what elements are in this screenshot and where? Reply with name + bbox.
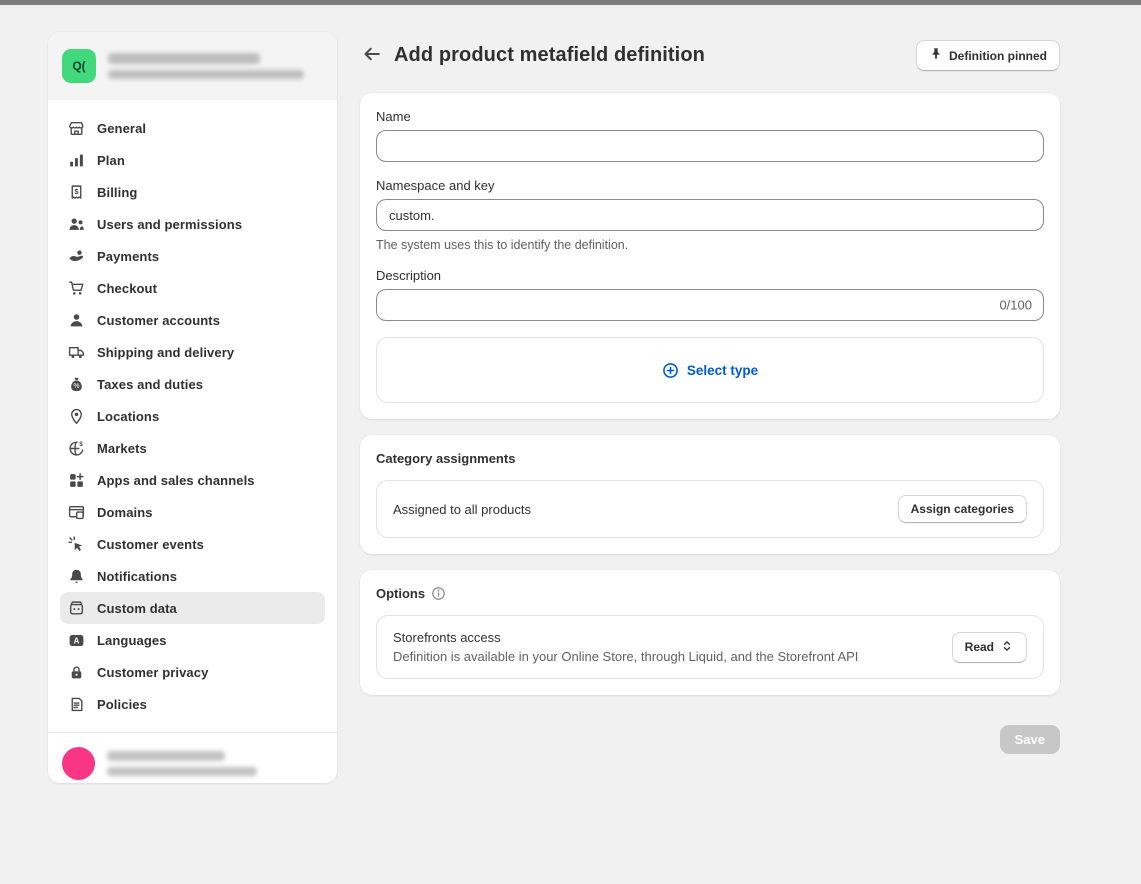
sidebar-item-markets[interactable]: $ Markets	[60, 432, 325, 464]
sidebar-item-billing[interactable]: $ Billing	[60, 176, 325, 208]
store-name-blur	[108, 53, 260, 64]
page-title: Add product metafield definition	[394, 44, 705, 67]
category-assignments-card: Category assignments Assigned to all pro…	[360, 435, 1060, 554]
sidebar-item-customer-events[interactable]: Customer events	[60, 528, 325, 560]
storefronts-access-row: Storefronts access Definition is availab…	[376, 615, 1044, 679]
arrow-left-icon	[362, 44, 382, 67]
main-content: Add product metafield definition Definit…	[360, 40, 1060, 754]
user-name-redacted	[107, 751, 257, 776]
back-button[interactable]	[360, 44, 384, 68]
user-footer[interactable]	[48, 732, 337, 783]
sidebar-item-customer-accounts[interactable]: Customer accounts	[60, 304, 325, 336]
sidebar-item-general[interactable]: General	[60, 112, 325, 144]
sidebar-item-taxes-and-duties[interactable]: % Taxes and duties	[60, 368, 325, 400]
save-row: Save	[360, 725, 1060, 754]
assign-categories-label: Assign categories	[911, 502, 1014, 516]
svg-text:A: A	[74, 636, 80, 645]
definition-pinned-button[interactable]: Definition pinned	[916, 40, 1060, 71]
svg-text:$: $	[74, 186, 79, 195]
plus-circle-icon	[662, 362, 679, 379]
sidebar-item-domains[interactable]: Domains	[60, 496, 325, 528]
store-icon	[68, 120, 85, 137]
domains-icon	[68, 504, 85, 521]
sidebar-item-languages[interactable]: A Languages	[60, 624, 325, 656]
namespace-field-group: Namespace and key The system uses this t…	[376, 178, 1044, 252]
assigned-products-text: Assigned to all products	[393, 502, 886, 517]
apps-icon	[68, 472, 85, 489]
sidebar-item-shipping-and-delivery[interactable]: Shipping and delivery	[60, 336, 325, 368]
sidebar-item-users-and-permissions[interactable]: Users and permissions	[60, 208, 325, 240]
settings-sidebar: Q( General Plan $ Billing Users and perm…	[48, 32, 337, 783]
options-card: Options Storefronts access Definition is…	[360, 570, 1060, 695]
definition-form-card: Name Namespace and key The system uses t…	[360, 93, 1060, 419]
definition-pinned-label: Definition pinned	[949, 49, 1047, 63]
languages-icon: A	[68, 632, 85, 649]
svg-text:$: $	[79, 440, 83, 447]
pin-icon	[929, 47, 943, 64]
select-type-label: Select type	[687, 363, 758, 378]
namespace-label: Namespace and key	[376, 178, 1044, 193]
storefronts-access-title: Storefronts access	[393, 630, 940, 645]
storefronts-access-description: Definition is available in your Online S…	[393, 649, 940, 664]
tax-icon: %	[68, 376, 85, 393]
cart-icon	[68, 280, 85, 297]
globe-icon: $	[68, 440, 85, 457]
store-url-blur	[108, 70, 304, 79]
description-field-group: Description 0/100	[376, 268, 1044, 321]
user-avatar	[62, 747, 95, 780]
svg-text:%: %	[73, 382, 79, 389]
storefront-access-select[interactable]: Read	[952, 632, 1027, 663]
sidebar-item-checkout[interactable]: Checkout	[60, 272, 325, 304]
custom-data-icon	[68, 600, 85, 617]
store-name-redacted	[108, 53, 304, 79]
store-avatar: Q(	[62, 49, 96, 83]
truck-icon	[68, 344, 85, 361]
window-top-bar	[0, 0, 1141, 5]
payments-icon	[68, 248, 85, 265]
billing-icon: $	[68, 184, 85, 201]
category-assignments-heading: Category assignments	[376, 451, 515, 466]
user-email-blur	[107, 767, 257, 776]
user-name-blur	[107, 751, 225, 761]
sidebar-item-policies[interactable]: Policies	[60, 688, 325, 720]
chevron-updown-icon	[1000, 639, 1014, 656]
person-icon	[68, 312, 85, 329]
sidebar-item-custom-data[interactable]: Custom data	[60, 592, 325, 624]
sidebar-item-locations[interactable]: Locations	[60, 400, 325, 432]
save-button[interactable]: Save	[1000, 725, 1060, 754]
page-header: Add product metafield definition Definit…	[360, 40, 1060, 71]
options-heading: Options	[376, 586, 425, 601]
name-label: Name	[376, 109, 1044, 124]
info-icon[interactable]	[431, 586, 446, 601]
sidebar-item-apps-and-sales-channels[interactable]: Apps and sales channels	[60, 464, 325, 496]
location-pin-icon	[68, 408, 85, 425]
sidebar-item-notifications[interactable]: Notifications	[60, 560, 325, 592]
plan-icon	[68, 152, 85, 169]
assign-categories-button[interactable]: Assign categories	[898, 495, 1027, 523]
select-type-button[interactable]: Select type	[376, 337, 1044, 403]
description-label: Description	[376, 268, 1044, 283]
description-input[interactable]	[376, 289, 1044, 321]
policies-icon	[68, 696, 85, 713]
name-input[interactable]	[376, 130, 1044, 162]
lock-icon	[68, 664, 85, 681]
sidebar-nav: General Plan $ Billing Users and permiss…	[48, 100, 337, 732]
name-field-group: Name	[376, 109, 1044, 162]
storefront-access-value: Read	[965, 640, 994, 654]
users-icon	[68, 216, 85, 233]
store-header[interactable]: Q(	[48, 32, 337, 100]
sidebar-item-customer-privacy[interactable]: Customer privacy	[60, 656, 325, 688]
sidebar-item-payments[interactable]: Payments	[60, 240, 325, 272]
bell-icon	[68, 568, 85, 585]
category-assignment-row: Assigned to all products Assign categori…	[376, 480, 1044, 538]
namespace-input[interactable]	[376, 199, 1044, 231]
sidebar-item-plan[interactable]: Plan	[60, 144, 325, 176]
cursor-click-icon	[68, 536, 85, 553]
namespace-help-text: The system uses this to identify the def…	[376, 238, 1044, 252]
